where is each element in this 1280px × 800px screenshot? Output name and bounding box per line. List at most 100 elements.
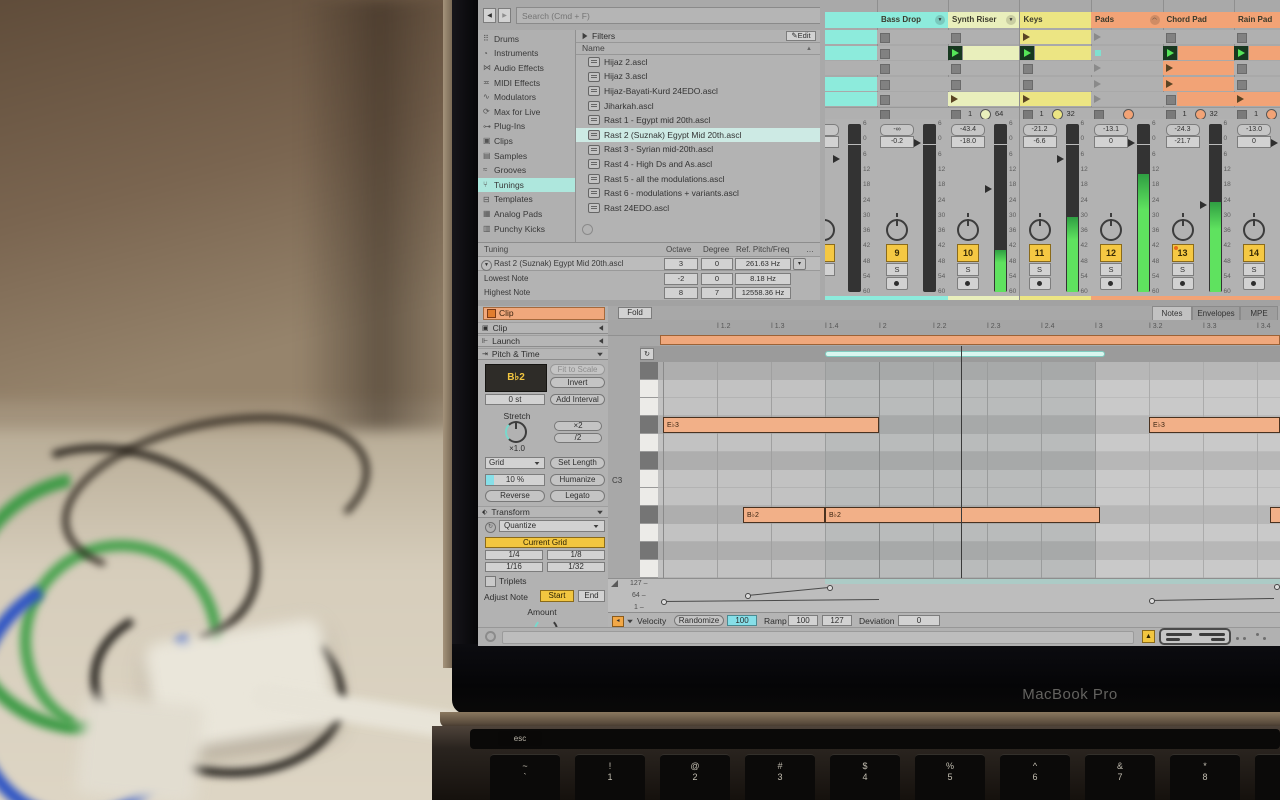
clip-stop-button[interactable] [880,95,890,105]
clip-stop-button[interactable] [951,33,961,43]
edit-button[interactable]: ✎ Edit [786,31,816,41]
slot-play-icon[interactable] [1094,95,1101,103]
clip-stop-button[interactable] [880,33,890,43]
pan-knob[interactable] [957,219,979,241]
deviation-field[interactable]: 0 [898,615,940,626]
tuning-degree-field[interactable]: 7 [701,287,733,299]
slot-play-icon[interactable] [1094,33,1101,41]
humanize-button[interactable]: Humanize [550,474,605,486]
push-display-button[interactable] [1159,628,1231,645]
search-input[interactable] [516,7,828,24]
file-row[interactable]: Rast 24EDO.ascl [576,201,820,215]
quantize-select[interactable]: Quantize [499,520,605,532]
invert-button[interactable]: Invert [550,377,605,388]
clip-stop-button[interactable] [951,64,961,74]
sidebar-item-audio-effects[interactable]: ⋈Audio Effects [478,61,575,75]
clip-slot[interactable] [825,46,877,60]
track-header[interactable] [825,12,877,28]
track-number-button[interactable]: 10 [957,244,979,262]
volume-field[interactable] [825,136,839,148]
clip-play-icon[interactable] [1023,95,1030,103]
track-number-button[interactable]: 13 [1172,244,1194,262]
file-row[interactable]: Hijaz 2.ascl [576,55,820,69]
volume-fader-handle[interactable] [1057,155,1064,163]
lane-color-icon[interactable]: ◂ [612,616,624,627]
set-length-button[interactable]: Set Length [550,457,605,469]
clip-slot[interactable] [948,77,1019,91]
sidebar-item-grooves[interactable]: ≈Grooves [478,163,575,177]
clip-body[interactable] [1020,92,1092,106]
info-icon[interactable] [485,631,496,642]
add-interval-button[interactable]: Add Interval [550,394,605,405]
save-tuning-icon[interactable]: ▾ [793,258,806,270]
volume-field[interactable]: -18.0 [951,136,985,148]
clip-body[interactable] [1177,46,1236,60]
loop-toggle-button[interactable]: ↻ [640,348,654,360]
peak-level-display[interactable]: -43.4 [951,124,985,136]
sidebar-item-plug-ins[interactable]: ⊶Plug-Ins [478,120,575,134]
monitor-button[interactable] [886,277,908,290]
randomize-amount-field[interactable]: 100 [727,615,757,626]
clip-slot[interactable] [1234,46,1280,60]
peak-level-display[interactable] [825,124,839,136]
file-row[interactable]: Jiharkah.ascl [576,99,820,113]
section-pitch-time[interactable]: ⇥Pitch & Time [478,348,608,360]
sidebar-item-samples[interactable]: ▤Samples [478,149,575,163]
clip-slot[interactable] [1163,92,1235,106]
clip-play-icon[interactable] [1166,80,1173,88]
randomize-button[interactable]: Randomize [674,615,724,626]
clip-slot[interactable] [1234,61,1280,75]
adjust-start-button[interactable]: Start [540,590,574,602]
slot-play-icon[interactable] [1094,80,1101,88]
sidebar-item-modulators[interactable]: ∿Modulators [478,90,575,104]
pan-knob[interactable] [1172,219,1194,241]
file-row[interactable]: Rast 5 - all the modulations.ascl [576,172,820,186]
track-header[interactable]: Chord Pad [1163,12,1235,28]
volume-fader-handle[interactable] [914,139,921,147]
track-unfold-icon[interactable]: ▼ [935,15,945,25]
velocity-marker[interactable] [1149,598,1155,604]
clip-stop-button[interactable] [1023,64,1033,74]
file-row[interactable]: Hijaz 3.ascl [576,70,820,84]
solo-button[interactable]: S [1100,263,1122,276]
tab-envelopes[interactable]: Envelopes [1192,306,1240,320]
solo-button[interactable] [825,263,835,276]
time-selection-bar[interactable] [825,351,1105,357]
peak-level-display[interactable]: -13.1 [1094,124,1128,136]
clip-stop-button[interactable] [880,64,890,74]
reverse-button[interactable]: Reverse [485,490,545,502]
tuning-freq-field[interactable]: 12558.36 Hz [735,287,791,299]
clip-slot[interactable] [1020,30,1092,44]
file-row[interactable]: Rast 4 - High Ds and As.ascl [576,157,820,171]
file-row[interactable]: Rast 2 (Suznak) Egypt Mid 20th.ascl [576,128,820,142]
volume-field[interactable]: -0.2 [880,136,914,148]
sidebar-item-clips[interactable]: ▣Clips [478,134,575,148]
pitch-display[interactable]: B♭2 [485,364,547,392]
clip-slot[interactable] [1020,46,1092,60]
clip-panel-header[interactable]: Clip [483,307,605,320]
volume-fader-handle[interactable] [1200,201,1207,209]
clip-slot[interactable] [1234,30,1280,44]
clip-slot[interactable] [948,92,1019,106]
current-grid-button[interactable]: Current Grid [485,537,605,548]
clip-stop-button[interactable] [880,49,890,59]
grid-1-32-button[interactable]: 1/32 [547,562,605,572]
sidebar-item-punchy-kicks[interactable]: ▥Punchy Kicks [478,222,575,236]
midi-note[interactable]: E♭3 [663,417,879,433]
volume-fader-handle[interactable] [1128,139,1135,147]
tab-notes[interactable]: Notes [1152,306,1192,320]
fold-button[interactable]: Fold [618,307,652,319]
clip-slot[interactable] [877,77,948,91]
piano-key-black[interactable] [640,416,658,434]
track-header[interactable]: Bass Drop▼ [877,12,948,28]
tuning-degree-field[interactable]: 0 [701,258,733,270]
clip-slot[interactable] [948,61,1019,75]
section-transform[interactable]: ⬖Transform [478,506,608,518]
more-options[interactable]: … [806,246,814,254]
velocity-marker[interactable] [661,599,667,605]
volume-field[interactable]: 0 [1094,136,1128,148]
lane-chevron-icon[interactable] [627,620,633,624]
solo-button[interactable]: S [957,263,979,276]
grid-select[interactable]: Grid [485,457,545,469]
clip-slot[interactable] [1234,92,1280,106]
